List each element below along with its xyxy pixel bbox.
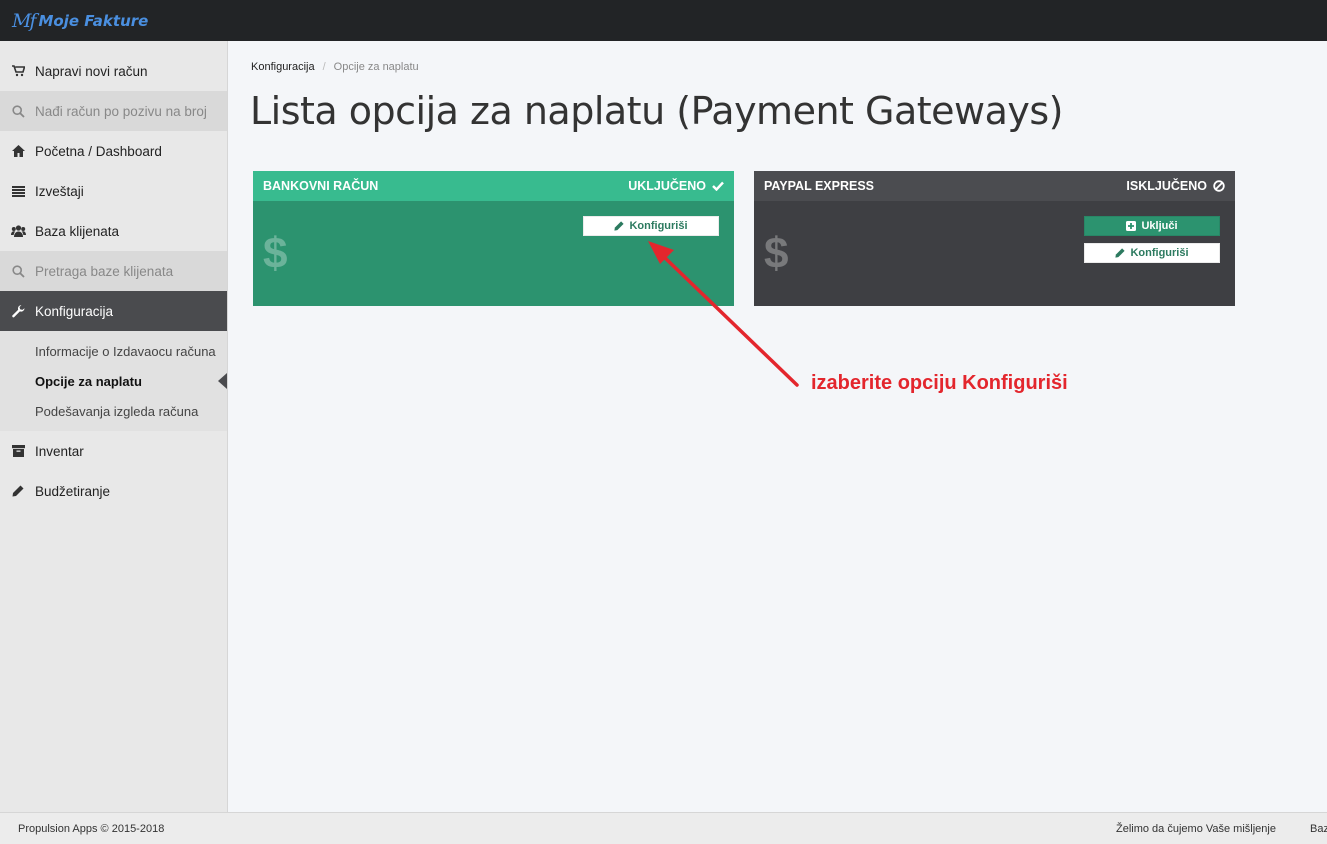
- sidebar-item-label: Budžetiranje: [35, 483, 111, 499]
- footer: Propulsion Apps © 2015-2018 Želimo da ču…: [0, 812, 1327, 844]
- sidebar-item-configuration[interactable]: Konfiguracija: [0, 291, 227, 331]
- sidebar-item-label: Inventar: [35, 443, 84, 459]
- gateway-status-label: UKLJUČENO: [628, 179, 706, 193]
- configure-button[interactable]: Konfiguriši: [583, 216, 719, 236]
- submenu-item-label: Informacije o Izdavaocu računa: [35, 343, 216, 359]
- annotation-text: izaberite opciju Konfiguriši: [811, 372, 1068, 394]
- top-bar: Mf Moje Fakture: [0, 0, 1327, 41]
- sidebar-search-clients[interactable]: Pretraga baze klijenata: [0, 251, 227, 291]
- check-icon: [712, 181, 724, 191]
- sidebar-item-label: Izveštaji: [35, 183, 84, 199]
- footer-feedback-link[interactable]: Želimo da čujemo Vaše mišljenje: [1116, 823, 1276, 835]
- sidebar-item-label: Baza klijenata: [35, 223, 120, 239]
- pencil-icon: [614, 221, 625, 231]
- breadcrumb-separator: /: [322, 61, 326, 73]
- breadcrumb-current: Opcije za naplatu: [333, 61, 419, 73]
- configure-button[interactable]: Konfiguriši: [1084, 243, 1220, 263]
- search-icon: [10, 103, 26, 119]
- sidebar-item-label: Nađi račun po pozivu na broj: [35, 103, 207, 119]
- submenu-item-payment-options[interactable]: Opcije za naplatu: [0, 366, 227, 396]
- sidebar-item-new-invoice[interactable]: Napravi novi račun: [0, 51, 227, 91]
- page-title: Lista opcija za naplatu (Payment Gateway…: [250, 89, 1064, 133]
- sidebar-item-label: Konfiguracija: [35, 303, 114, 319]
- configure-button-label: Konfiguriši: [629, 220, 688, 232]
- gateway-card-body: $ Konfiguriši: [253, 201, 734, 306]
- sidebar-item-inventory[interactable]: Inventar: [0, 431, 227, 471]
- configure-button-label: Konfiguriši: [1130, 247, 1189, 259]
- gateway-card-body: $ Uključi Konfiguriši: [754, 201, 1235, 306]
- sidebar-item-dashboard[interactable]: Početna / Dashboard: [0, 131, 227, 171]
- home-icon: [10, 143, 26, 159]
- sidebar: Napravi novi račun Nađi račun po pozivu …: [0, 41, 228, 812]
- sidebar-item-label: Pretraga baze klijenata: [35, 263, 174, 279]
- archive-icon: [10, 443, 26, 459]
- submenu-item-issuer-info[interactable]: Informacije o Izdavaocu računa: [0, 336, 227, 366]
- wrench-icon: [10, 303, 26, 319]
- ban-icon: [1213, 180, 1225, 192]
- gateway-name: BANKOVNI RAČUN: [263, 179, 379, 193]
- dollar-icon: $: [263, 229, 288, 278]
- gateway-name: PAYPAL EXPRESS: [764, 179, 874, 193]
- submenu-item-label: Opcije za naplatu: [35, 373, 142, 389]
- gateway-status-label: ISKLJUČENO: [1126, 179, 1207, 193]
- sidebar-item-budgeting[interactable]: Budžetiranje: [0, 471, 227, 511]
- breadcrumb-parent[interactable]: Konfiguracija: [251, 61, 315, 73]
- dollar-icon: $: [764, 229, 789, 278]
- footer-copyright: Propulsion Apps © 2015-2018: [18, 822, 165, 835]
- gateway-card-paypal-express: PAYPAL EXPRESS ISKLJUČENO $ Uključi Konf…: [754, 171, 1235, 306]
- configuration-submenu: Informacije o Izdavaocu računa Opcije za…: [0, 331, 227, 431]
- gateway-card-header: PAYPAL EXPRESS ISKLJUČENO: [754, 171, 1235, 201]
- plus-square-icon: [1126, 221, 1137, 231]
- sidebar-item-reports[interactable]: Izveštaji: [0, 171, 227, 211]
- logo-text: Moje Fakture: [38, 11, 149, 30]
- app-logo[interactable]: Mf Moje Fakture: [12, 10, 148, 32]
- main-content: Konfiguracija / Opcije za naplatu Lista …: [229, 41, 1327, 812]
- logo-mark: Mf: [12, 9, 36, 32]
- gateway-card-bank-account: BANKOVNI RAČUN UKLJUČENO $ Konfiguriši: [253, 171, 734, 306]
- sidebar-item-clients[interactable]: Baza klijenata: [0, 211, 227, 251]
- pencil-icon: [1115, 248, 1126, 258]
- gateway-status: UKLJUČENO: [628, 179, 724, 193]
- sidebar-search-invoice[interactable]: Nađi račun po pozivu na broj: [0, 91, 227, 131]
- enable-button-label: Uključi: [1141, 220, 1178, 232]
- pencil-icon: [10, 483, 26, 499]
- gateway-card-header: BANKOVNI RAČUN UKLJUČENO: [253, 171, 734, 201]
- sidebar-item-label: Početna / Dashboard: [35, 143, 162, 159]
- cart-icon: [10, 63, 26, 79]
- enable-button[interactable]: Uključi: [1084, 216, 1220, 236]
- search-icon: [10, 263, 26, 279]
- footer-more-link[interactable]: Baz: [1310, 823, 1327, 835]
- list-icon: [10, 183, 26, 199]
- gateway-status: ISKLJUČENO: [1126, 179, 1225, 193]
- submenu-item-invoice-appearance[interactable]: Podešavanja izgleda računa: [0, 396, 227, 426]
- users-icon: [10, 223, 26, 239]
- sidebar-item-label: Napravi novi račun: [35, 63, 148, 79]
- submenu-item-label: Podešavanja izgleda računa: [35, 403, 199, 419]
- breadcrumb: Konfiguracija / Opcije za naplatu: [251, 61, 419, 73]
